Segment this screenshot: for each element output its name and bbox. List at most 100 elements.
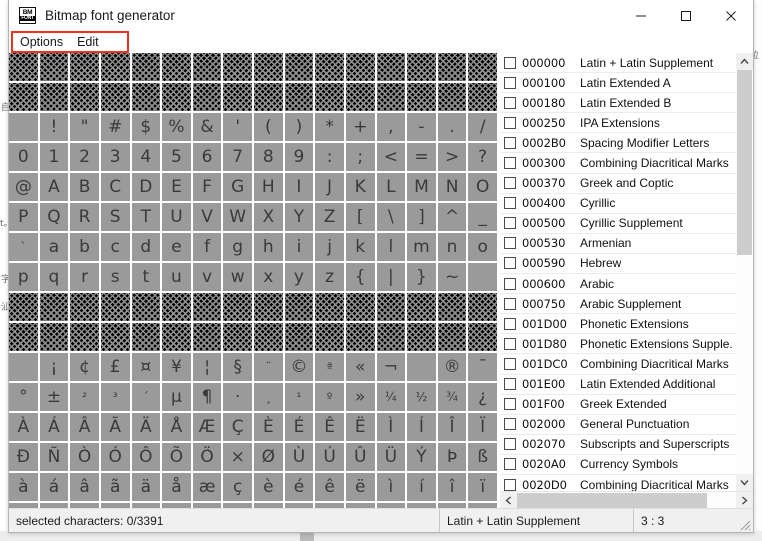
char-cell[interactable]: i xyxy=(284,233,316,263)
range-checkbox[interactable] xyxy=(504,478,516,491)
char-cell[interactable] xyxy=(100,323,132,353)
char-cell[interactable] xyxy=(70,53,101,83)
char-cell[interactable]: ` xyxy=(9,233,40,263)
char-cell[interactable]: O xyxy=(468,173,499,203)
char-cell[interactable]: ¤ xyxy=(131,353,163,383)
char-cell[interactable]: u xyxy=(162,263,193,293)
char-cell[interactable]: 1 xyxy=(39,143,71,173)
char-cell[interactable]: 9 xyxy=(284,143,316,173)
char-cell[interactable] xyxy=(376,53,408,83)
char-cell[interactable] xyxy=(162,323,193,353)
char-cell[interactable]: w xyxy=(223,263,254,293)
char-cell[interactable]: ° xyxy=(9,383,40,413)
list-item[interactable]: 0002B0 Spacing Modifier Letters xyxy=(500,133,736,154)
list-item[interactable]: 000300 Combining Diacritical Marks xyxy=(500,153,736,174)
char-cell[interactable]: P xyxy=(9,203,40,233)
char-cell[interactable]: W xyxy=(223,203,254,233)
char-cell[interactable]: n xyxy=(437,233,469,263)
char-cell[interactable]: H xyxy=(254,173,285,203)
char-cell[interactable]: q xyxy=(39,263,71,293)
char-cell[interactable]: ä xyxy=(131,473,163,503)
char-cell[interactable]: 0 xyxy=(9,143,40,173)
char-cell[interactable]: Z xyxy=(315,203,346,233)
char-cell[interactable]: À xyxy=(9,413,40,443)
character-grid[interactable]: ! " # $% & '() * +, -./ 0 1 2 3 4 5 6 7 8 9:; < = >? @ A B C D E F G H… xyxy=(9,53,499,508)
char-cell[interactable] xyxy=(376,323,408,353)
char-cell[interactable]: ë xyxy=(345,473,377,503)
char-cell[interactable]: Ì xyxy=(376,413,408,443)
char-cell[interactable] xyxy=(162,83,193,113)
char-cell[interactable]: F xyxy=(192,173,224,203)
char-cell[interactable]: Õ xyxy=(162,443,193,473)
char-cell[interactable]: r xyxy=(70,263,101,293)
vertical-scroll-thumb[interactable] xyxy=(737,70,752,255)
char-cell[interactable] xyxy=(437,323,469,353)
char-cell[interactable]: ¥ xyxy=(162,353,193,383)
char-cell[interactable] xyxy=(223,323,254,353)
horizontal-scroll-thumb[interactable] xyxy=(517,492,707,508)
range-checkbox[interactable] xyxy=(504,418,516,431)
char-cell[interactable]: ² xyxy=(70,383,101,413)
char-cell[interactable]: å xyxy=(162,473,193,503)
range-checkbox[interactable] xyxy=(504,337,516,350)
char-cell[interactable]: é xyxy=(284,473,316,503)
char-cell[interactable]: 8 xyxy=(254,143,285,173)
char-cell[interactable]: v xyxy=(192,263,224,293)
horizontal-scroll-track[interactable] xyxy=(517,491,736,509)
char-cell[interactable]: ­ xyxy=(407,353,438,383)
char-cell[interactable] xyxy=(376,83,408,113)
char-cell[interactable]: © xyxy=(284,353,316,383)
char-cell[interactable] xyxy=(315,323,346,353)
vertical-scroll-track[interactable] xyxy=(736,70,753,474)
char-cell[interactable] xyxy=(468,323,499,353)
char-cell[interactable] xyxy=(223,293,254,323)
list-item[interactable]: 000400 Cyrillic xyxy=(500,193,736,214)
char-cell[interactable] xyxy=(9,83,40,113)
list-item[interactable]: 0020D0 Combining Diacritical Marks xyxy=(500,474,736,491)
scroll-right-button[interactable] xyxy=(736,491,753,509)
char-cell[interactable]: « xyxy=(345,353,377,383)
char-cell[interactable]: [ xyxy=(345,203,377,233)
char-cell[interactable]: Æ xyxy=(192,413,224,443)
char-cell[interactable]: Y xyxy=(284,203,316,233)
char-cell[interactable]: ~ xyxy=(437,263,469,293)
char-cell[interactable] xyxy=(315,83,346,113)
char-cell[interactable]: ¢ xyxy=(70,353,101,383)
char-cell[interactable] xyxy=(39,323,71,353)
char-cell[interactable] xyxy=(468,293,499,323)
char-cell[interactable] xyxy=(468,53,499,83)
char-cell[interactable] xyxy=(39,83,71,113)
char-cell[interactable]: Ä xyxy=(131,413,163,443)
char-cell[interactable] xyxy=(192,83,224,113)
list-item[interactable]: 000180 Latin Extended B xyxy=(500,93,736,114)
char-cell[interactable]: + xyxy=(345,113,377,143)
char-cell[interactable]: $ xyxy=(131,113,163,143)
char-cell[interactable]: @ xyxy=(9,173,40,203)
range-checkbox[interactable] xyxy=(504,96,516,109)
char-cell[interactable] xyxy=(254,323,285,353)
char-cell[interactable]: × xyxy=(223,443,254,473)
char-cell[interactable]: Ï xyxy=(468,413,499,443)
char-cell[interactable]: M xyxy=(407,173,438,203)
range-checkbox[interactable] xyxy=(504,357,516,370)
char-cell[interactable]: p xyxy=(9,263,40,293)
char-cell[interactable]: Q xyxy=(39,203,71,233)
char-cell[interactable]: S xyxy=(100,203,132,233)
list-item[interactable]: 000100 Latin Extended A xyxy=(500,73,736,94)
list-item[interactable]: 001E00 Latin Extended Additional xyxy=(500,374,736,395)
char-cell[interactable]: \ xyxy=(376,203,408,233)
char-cell[interactable]: g xyxy=(223,233,254,263)
char-cell[interactable]: 6 xyxy=(192,143,224,173)
char-cell[interactable] xyxy=(100,83,132,113)
char-cell[interactable]: ) xyxy=(284,113,316,143)
char-cell[interactable]: l xyxy=(376,233,408,263)
char-cell[interactable] xyxy=(131,293,163,323)
close-button[interactable] xyxy=(708,0,753,31)
char-cell[interactable]: R xyxy=(70,203,101,233)
char-cell[interactable]: ï xyxy=(468,473,499,503)
char-cell[interactable]: â xyxy=(70,473,101,503)
char-cell[interactable] xyxy=(376,293,408,323)
char-cell[interactable]: ¦ xyxy=(192,353,224,383)
char-cell[interactable] xyxy=(39,53,71,83)
char-cell[interactable]: Â xyxy=(70,413,101,443)
